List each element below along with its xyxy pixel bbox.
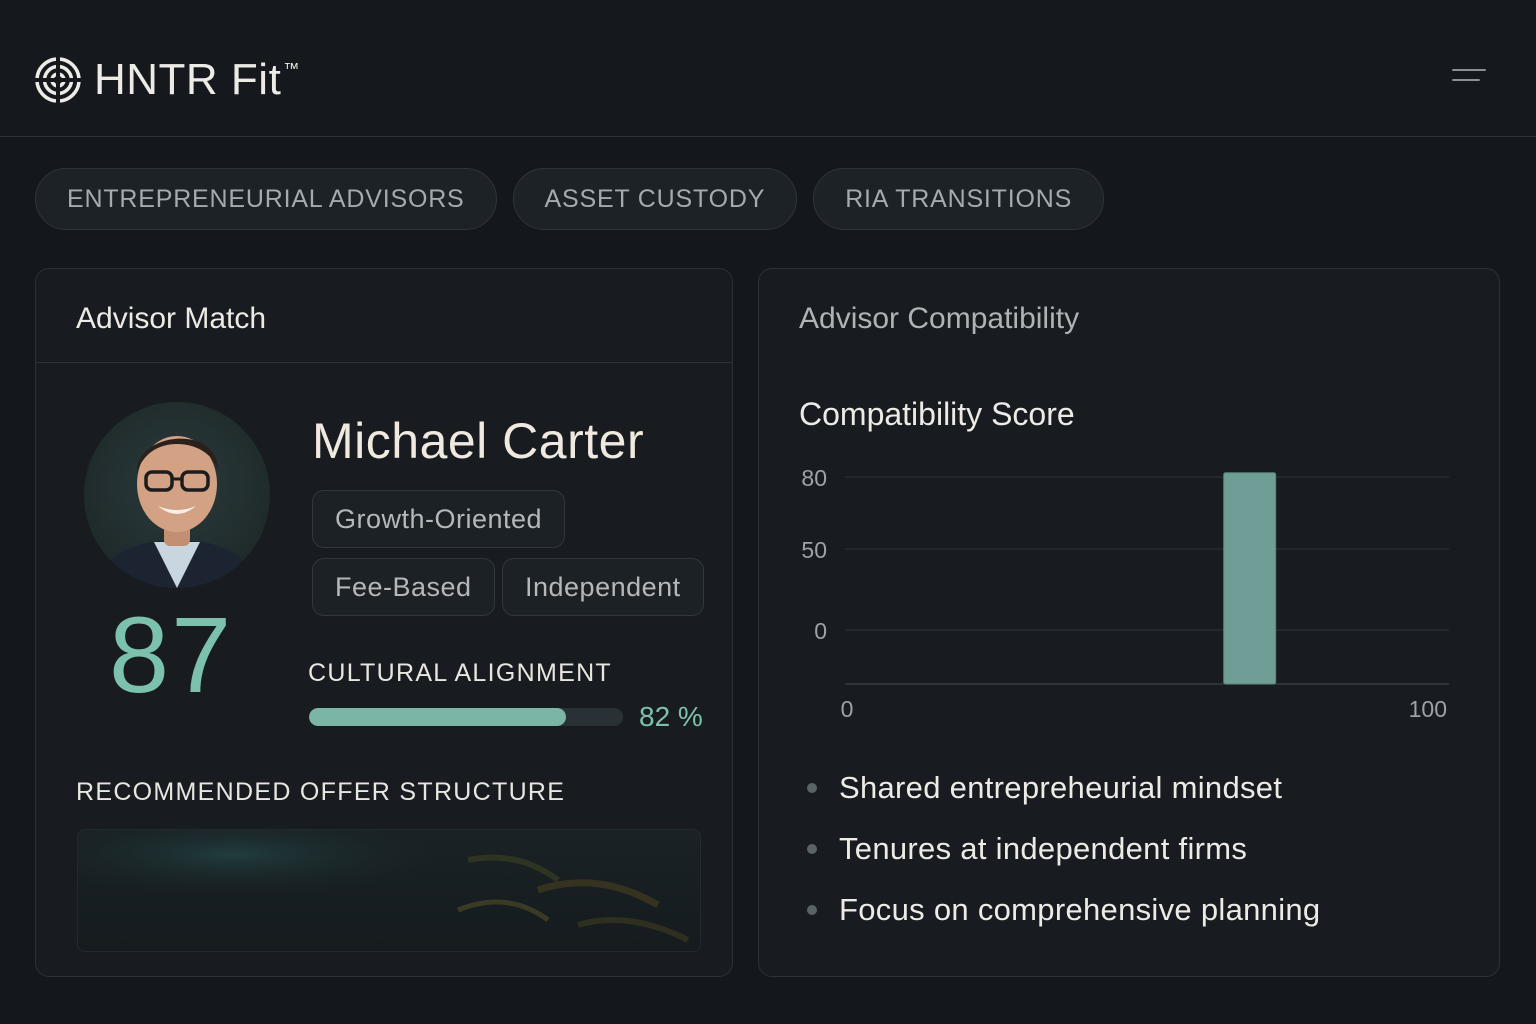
x-tick-label: 0 [841, 696, 854, 722]
app-header: HNTR Fit ™ [0, 0, 1536, 137]
tab-entrepreneurial-advisors[interactable]: ENTREPRENEURIAL ADVISORS [35, 168, 497, 230]
target-icon [34, 56, 82, 104]
advisor-name: Michael Carter [312, 413, 645, 469]
cultural-alignment-value: 82 % [639, 701, 703, 732]
cultural-alignment-label: CULTURAL ALIGNMENT [308, 659, 613, 687]
tab-asset-custody[interactable]: ASSET CUSTODY [512, 168, 798, 230]
list-item: Tenures at independent firms [807, 818, 1320, 879]
bullet-dot [807, 782, 817, 793]
compatibility-chart: 80 50 0 0 100 [801, 465, 1449, 722]
trademark-symbol: ™ [283, 61, 300, 78]
brand-logo[interactable]: HNTR Fit ™ [34, 55, 300, 105]
category-tabs: ENTREPRENEURIAL ADVISORS ASSET CUSTODY R… [35, 168, 1105, 230]
bullet-dot [807, 904, 817, 915]
list-item: Shared entrepreheurial mindset [807, 757, 1320, 818]
card-divider [36, 362, 732, 363]
list-item: Focus on comprehensive planning [807, 879, 1320, 940]
x-tick-label: 100 [1409, 696, 1447, 722]
advisor-match-card: Advisor Match 87 Michael Carter Growth-O… [35, 268, 733, 977]
tag-growth-oriented: Growth-Oriented [312, 490, 566, 548]
advisor-photo [94, 436, 260, 588]
advisor-compatibility-card: Advisor Compatibility Compatibility Scor… [758, 268, 1500, 977]
y-tick-label: 0 [814, 618, 827, 644]
reason-text: Shared entrepreheurial mindset [839, 769, 1283, 805]
tag-fee-based: Fee-Based [312, 558, 495, 616]
cultural-alignment-bar [309, 708, 623, 726]
tag-independent: Independent [502, 558, 704, 616]
offer-structure-image [77, 829, 701, 952]
cultural-alignment-fill [309, 708, 567, 726]
y-tick-label: 50 [801, 537, 827, 563]
avatar [84, 402, 270, 588]
reason-text: Tenures at independent firms [839, 830, 1248, 866]
reason-text: Focus on comprehensive planning [839, 891, 1321, 927]
y-tick-label: 80 [801, 465, 827, 491]
brand-name: HNTR Fit ™ [94, 55, 300, 104]
menu-icon[interactable] [1452, 66, 1488, 88]
advisor-compatibility-title: Advisor Compatibility [799, 302, 1080, 335]
match-score: 87 [109, 594, 234, 715]
chart-bar [1223, 472, 1277, 685]
tab-ria-transitions[interactable]: RIA TRANSITIONS [813, 168, 1105, 230]
offer-structure-label: RECOMMENDED OFFER STRUCTURE [76, 778, 566, 806]
compatibility-reasons: Shared entrepreheurial mindset Tenures a… [807, 757, 1320, 940]
chart-title: Compatibility Score [799, 396, 1075, 432]
bullet-dot [807, 843, 817, 854]
advisor-match-title: Advisor Match [76, 302, 267, 335]
